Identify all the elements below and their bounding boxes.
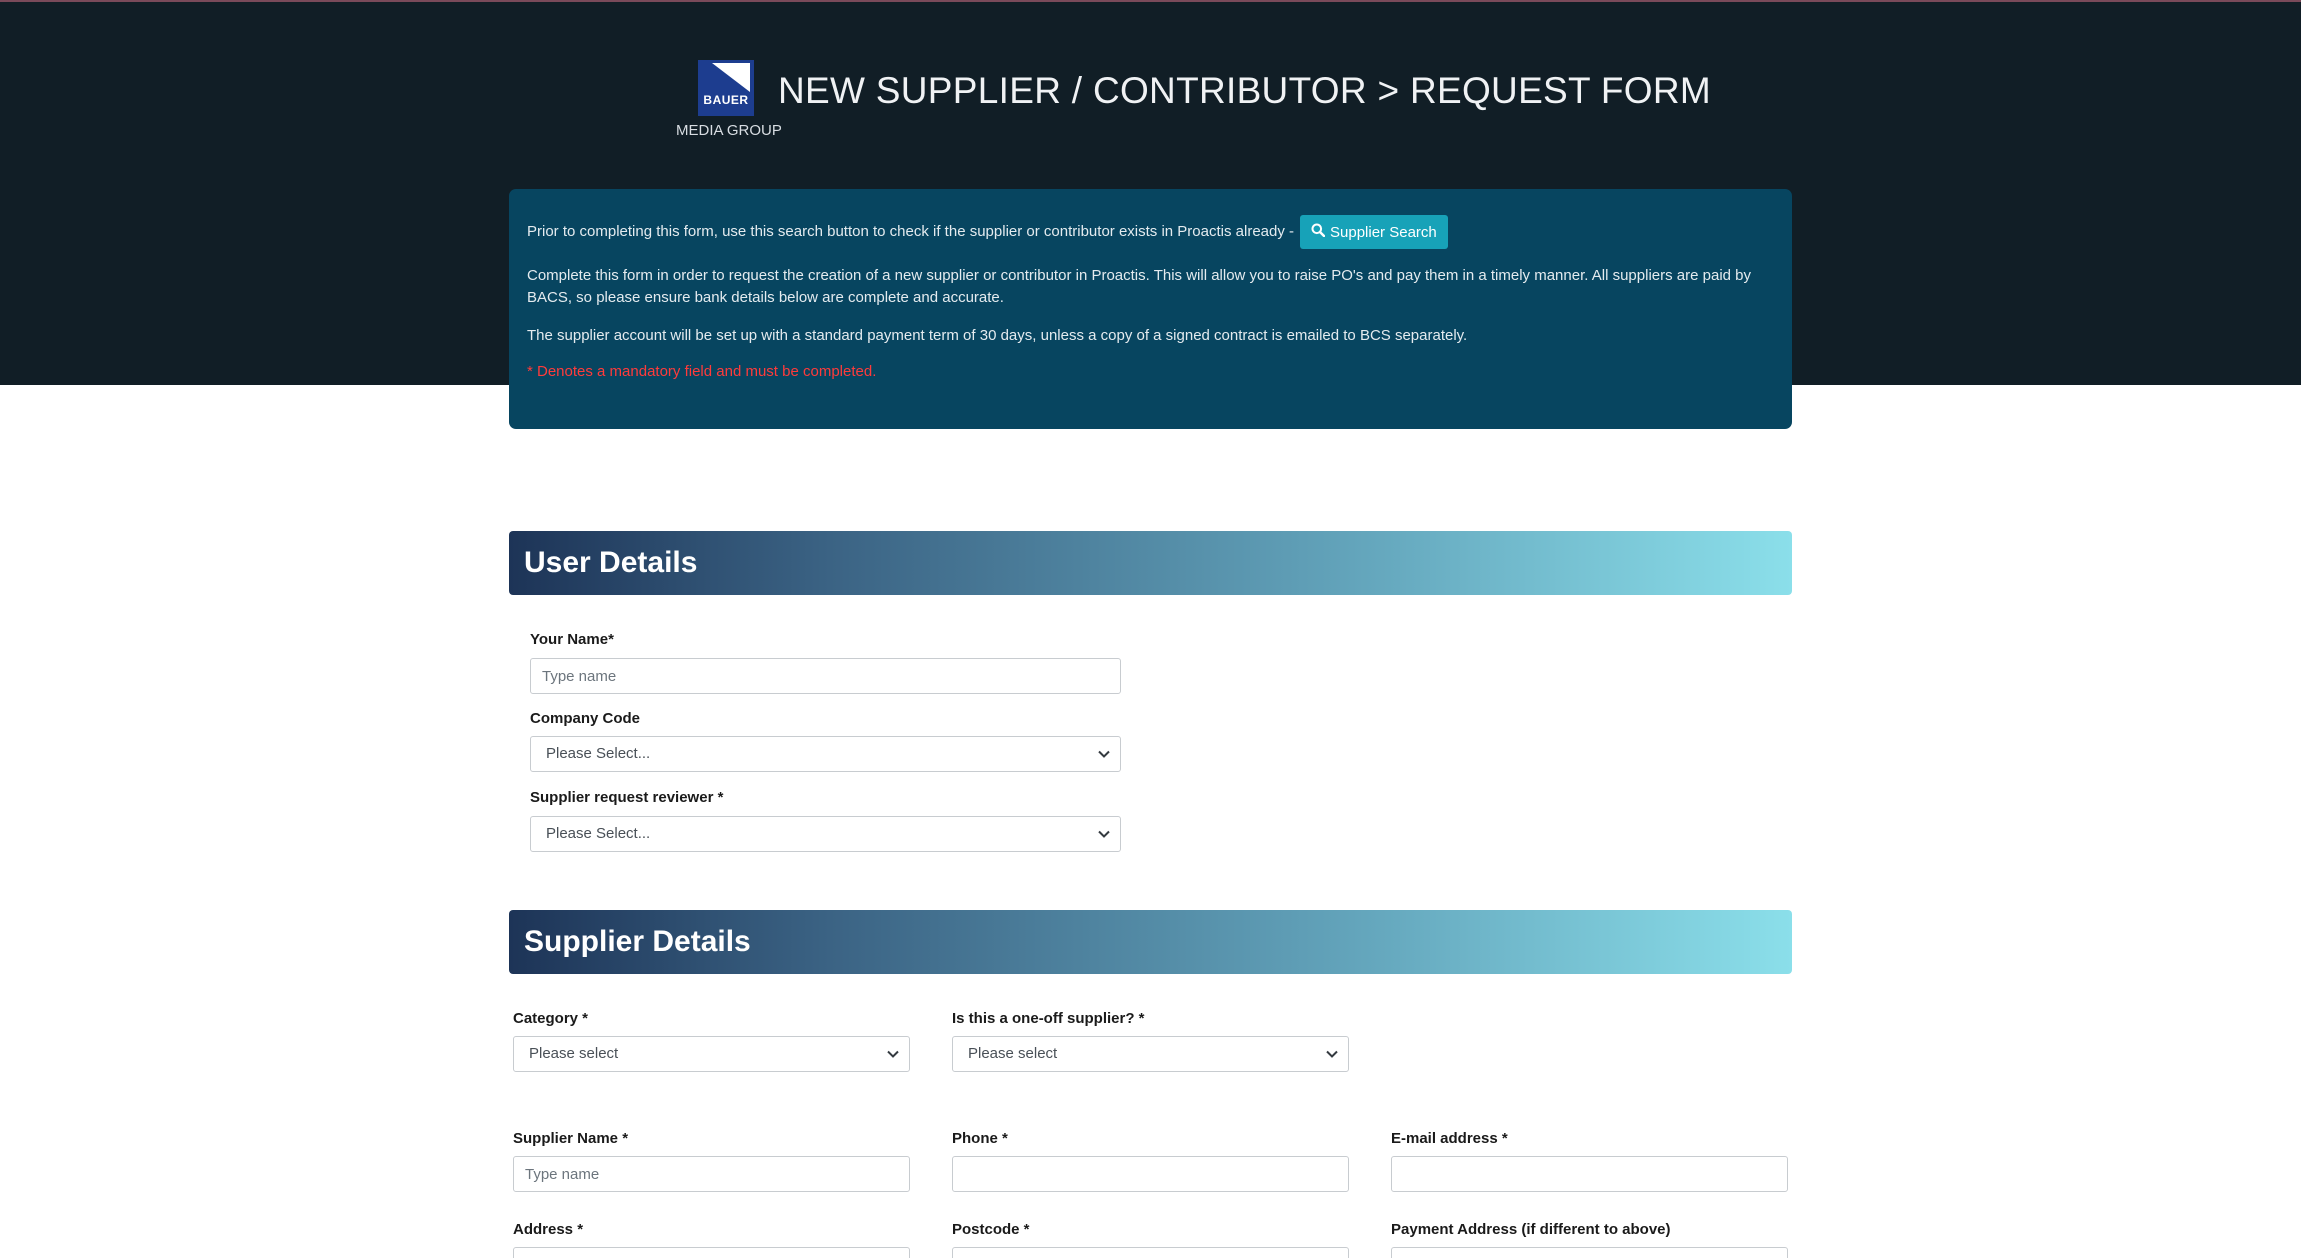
supplier-search-button[interactable]: Supplier Search (1300, 215, 1448, 249)
payment-address-label: Payment Address (if different to above) (1391, 1221, 1671, 1238)
email-label: E-mail address * (1391, 1130, 1508, 1147)
your-name-input[interactable] (530, 658, 1121, 694)
supplier-name-label: Supplier Name * (513, 1130, 629, 1147)
chevron-down-icon (887, 1050, 899, 1058)
one-off-supplier-select[interactable]: Please select (952, 1036, 1349, 1072)
chevron-down-icon (1326, 1050, 1338, 1058)
one-off-supplier-value: Please select (968, 1045, 1058, 1062)
email-input[interactable] (1391, 1156, 1788, 1192)
category-select[interactable]: Please select (513, 1036, 910, 1072)
supplier-details-heading: Supplier Details (509, 910, 1792, 974)
company-code-label: Company Code (530, 710, 641, 727)
your-name-label: Your Name* (530, 631, 614, 648)
logo-text: BAUER (703, 93, 749, 107)
info-panel: Prior to completing this form, use this … (509, 189, 1792, 429)
bauer-logo: BAUER MEDIA GROUP (676, 60, 786, 144)
search-icon (1311, 223, 1326, 241)
search-prompt-line: Prior to completing this form, use this … (527, 215, 1448, 249)
company-code-value: Please Select... (546, 745, 651, 762)
category-label: Category * (513, 1010, 589, 1027)
info-paragraph: Complete this form in order to request t… (527, 267, 1752, 306)
reviewer-label: Supplier request reviewer * (530, 789, 724, 806)
payment-terms-text: The supplier account will be set up with… (527, 327, 1468, 344)
page-title: NEW SUPPLIER / CONTRIBUTOR > REQUEST FOR… (778, 70, 1711, 111)
one-off-supplier-label: Is this a one-off supplier? * (952, 1010, 1145, 1027)
supplier-name-input[interactable] (513, 1156, 910, 1192)
logo-mark: BAUER (698, 60, 754, 116)
reviewer-value: Please Select... (546, 825, 651, 842)
reviewer-select[interactable]: Please Select... (530, 816, 1121, 852)
category-value: Please select (529, 1045, 619, 1062)
postcode-label: Postcode * (952, 1221, 1030, 1238)
chevron-down-icon (1098, 830, 1110, 838)
phone-input[interactable] (952, 1156, 1349, 1192)
supplier-search-label: Supplier Search (1330, 223, 1437, 241)
chevron-down-icon (1098, 750, 1110, 758)
mandatory-note: * Denotes a mandatory field and must be … (527, 363, 877, 380)
company-code-select[interactable]: Please Select... (530, 736, 1121, 772)
user-details-heading: User Details (509, 531, 1792, 595)
logo-subtitle: MEDIA GROUP (676, 122, 782, 139)
search-prompt-text: Prior to completing this form, use this … (527, 223, 1295, 240)
postcode-input[interactable] (952, 1247, 1349, 1258)
address-label: Address * (513, 1221, 584, 1238)
payment-address-input[interactable] (1391, 1247, 1788, 1258)
phone-label: Phone * (952, 1130, 1008, 1147)
address-input[interactable] (513, 1247, 910, 1258)
